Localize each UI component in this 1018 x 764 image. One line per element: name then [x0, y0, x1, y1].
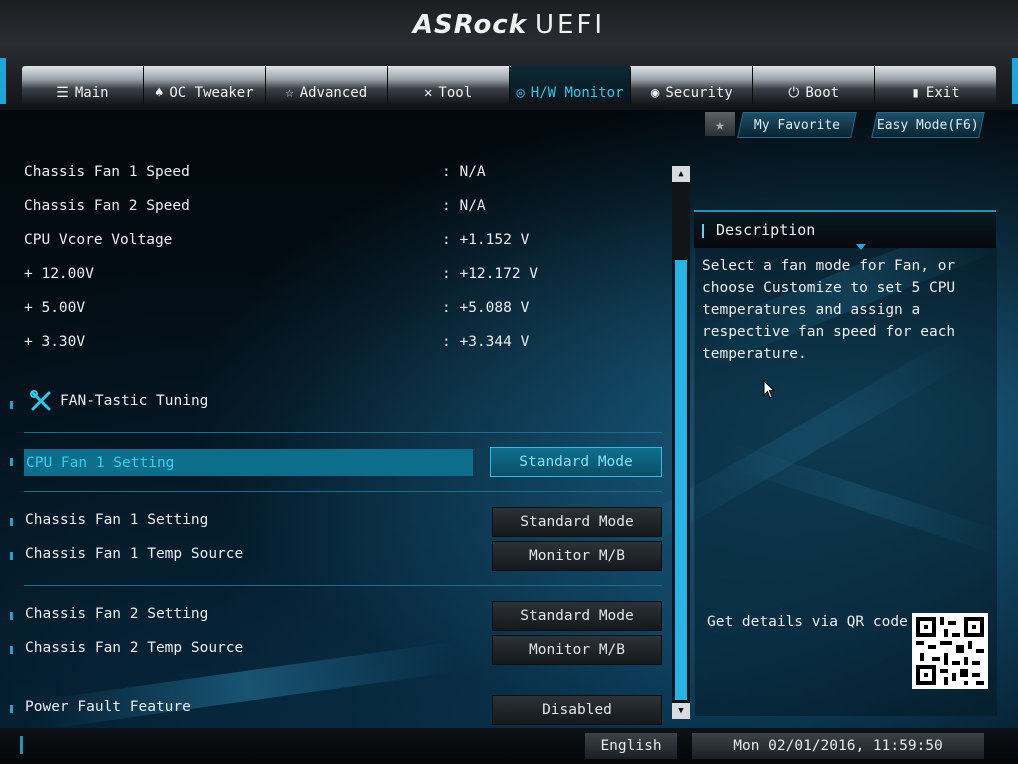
reading-value: : +3.344 V	[442, 334, 530, 350]
tab-label: Boot	[805, 85, 840, 101]
scrollbar-thumb[interactable]	[675, 260, 687, 700]
description-header: Description	[694, 210, 996, 248]
tools-icon	[30, 390, 51, 411]
item-bullet	[10, 552, 13, 560]
reading-value: : +12.172 V	[442, 266, 539, 282]
tab-label: Main	[74, 85, 109, 101]
star-icon: ☆	[285, 85, 294, 101]
divider	[24, 491, 662, 492]
item-bullet	[10, 646, 13, 654]
tab-label: Exit	[925, 85, 960, 101]
footer-accent	[20, 736, 23, 754]
reading-label: Chassis Fan 2 Speed	[24, 198, 190, 214]
tab-tool[interactable]: ✕ Tool	[388, 66, 510, 104]
exit-icon: ▮	[911, 85, 920, 101]
cpu-fan1-setting-row[interactable]: CPU Fan 1 Setting	[24, 449, 473, 476]
brand-name: ASRock	[412, 10, 528, 40]
scroll-up-arrow-icon[interactable]: ▲	[672, 166, 690, 182]
tab-main[interactable]: ☰ Main	[22, 66, 144, 104]
description-title: Description	[716, 221, 816, 239]
cpu-fan1-setting-button[interactable]: Standard Mode	[490, 447, 662, 477]
chassis-fan1-temp-source-button[interactable]: Monitor M/B	[492, 541, 662, 571]
power-fault-feature-button[interactable]: Disabled	[492, 695, 662, 725]
brand-suffix: UEFI	[535, 10, 606, 40]
tab-label: Advanced	[299, 85, 368, 101]
reading-label: + 12.00V	[24, 266, 94, 282]
reading-value: : N/A	[442, 164, 486, 180]
chassis-fan1-setting-button[interactable]: Standard Mode	[492, 507, 662, 537]
mouse-cursor-icon	[763, 380, 776, 399]
description-pointer	[856, 244, 866, 250]
reading-label: Chassis Fan 1 Speed	[24, 164, 190, 180]
chassis-fan2-temp-source-button[interactable]: Monitor M/B	[492, 635, 662, 665]
fan-tastic-tuning-item[interactable]: FAN-Tastic Tuning	[30, 388, 208, 414]
datetime-display: Mon 02/01/2016, 11:59:50	[692, 733, 984, 759]
item-bullet	[10, 612, 13, 620]
tab-boot[interactable]: ⏻ Boot	[753, 66, 876, 104]
reading-label: CPU Vcore Voltage	[24, 232, 173, 248]
chassis-fan2-temp-source-label: Chassis Fan 2 Temp Source	[25, 640, 244, 656]
tab-advanced[interactable]: ☆ Advanced	[266, 66, 388, 104]
setting-value: Standard Mode	[520, 608, 634, 624]
setting-value: Monitor M/B	[528, 548, 626, 564]
tools-icon: ✕	[423, 85, 433, 101]
chassis-fan1-setting-label: Chassis Fan 1 Setting	[25, 512, 209, 528]
reading-value: : N/A	[442, 198, 486, 214]
header-right-accent	[1012, 58, 1018, 104]
setting-value: Disabled	[542, 702, 612, 718]
setting-value: Monitor M/B	[528, 642, 626, 658]
fan-tastic-label: FAN-Tastic Tuning	[60, 393, 209, 409]
tab-label: Security	[665, 85, 733, 101]
item-bullet	[10, 401, 13, 409]
tab-bar: ☰ Main ♠ OC Tweaker ☆ Advanced ✕ Tool ◎ H/W M…	[22, 66, 996, 104]
description-header-bar	[702, 224, 704, 238]
monitor-icon: ◎	[516, 85, 525, 101]
chassis-fan2-setting-button[interactable]: Standard Mode	[492, 601, 662, 631]
my-favorite-button[interactable]: My Favorite	[737, 112, 857, 138]
chassis-fan1-temp-source-label: Chassis Fan 1 Temp Source	[25, 546, 244, 562]
tab-security[interactable]: ◉ Security	[631, 66, 754, 104]
language-button[interactable]: English	[585, 733, 677, 759]
setting-label: CPU Fan 1 Setting	[26, 454, 175, 471]
item-bullet	[10, 458, 13, 466]
tab-label: Tool	[438, 85, 473, 101]
list-icon: ☰	[56, 85, 69, 101]
chassis-fan2-setting-label: Chassis Fan 2 Setting	[25, 606, 209, 622]
setting-value: Standard Mode	[519, 454, 633, 470]
tab-oc-tweaker[interactable]: ♠ OC Tweaker	[144, 66, 266, 104]
my-favorite-label: My Favorite	[753, 117, 841, 133]
qr-code-icon	[916, 617, 984, 685]
easy-mode-button[interactable]: Easy Mode(F6)	[871, 112, 985, 138]
header-left-accent	[0, 58, 6, 104]
reading-value: : +5.088 V	[442, 300, 530, 316]
qr-code	[912, 613, 988, 689]
easy-mode-label: Easy Mode(F6)	[877, 117, 979, 133]
description-text: Select a fan mode for Fan, or choose Cus…	[702, 258, 956, 362]
item-bullet	[10, 705, 13, 713]
flame-icon: ♠	[154, 85, 164, 101]
qr-code-label: Get details via QR code	[707, 614, 908, 630]
reading-label: + 5.00V	[24, 300, 86, 316]
datetime-text: Mon 02/01/2016, 11:59:50	[733, 738, 943, 754]
language-label: English	[600, 738, 662, 754]
brand-logo: ASRock UEFI	[0, 10, 1018, 40]
tab-label: OC Tweaker	[169, 85, 254, 101]
reading-label: + 3.30V	[24, 334, 86, 350]
setting-value: Standard Mode	[520, 514, 634, 530]
favorite-star-icon[interactable]: ★	[705, 112, 735, 136]
power-icon: ⏻	[788, 85, 800, 101]
shield-icon: ◉	[650, 85, 660, 101]
divider	[24, 585, 662, 586]
power-fault-feature-label: Power Fault Feature	[25, 699, 191, 715]
reading-value: : +1.152 V	[442, 232, 530, 248]
tab-hw-monitor[interactable]: ◎ H/W Monitor	[509, 66, 632, 104]
tab-label: H/W Monitor	[530, 85, 624, 101]
scroll-down-arrow-icon[interactable]: ▼	[672, 703, 690, 719]
tab-exit[interactable]: ▮ Exit	[875, 66, 996, 104]
item-bullet	[10, 518, 13, 526]
divider	[24, 432, 662, 433]
